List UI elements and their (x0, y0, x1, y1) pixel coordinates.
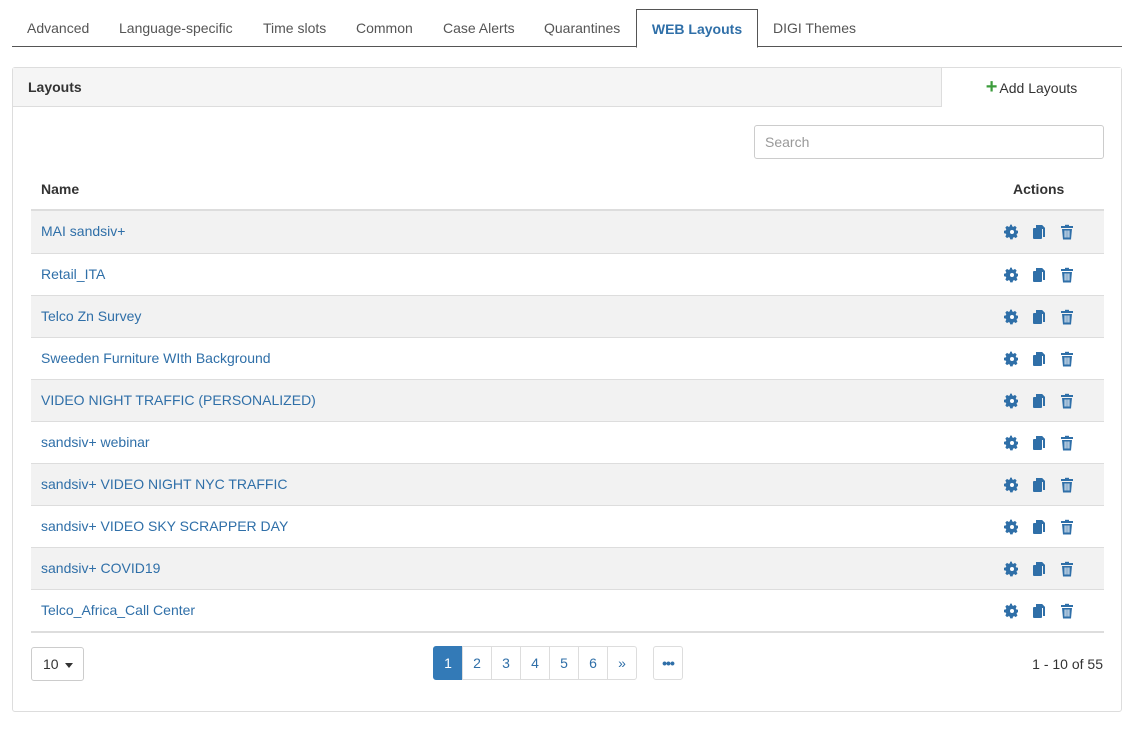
gear-icon[interactable] (1003, 435, 1019, 451)
gear-icon[interactable] (1003, 267, 1019, 283)
copy-icon[interactable] (1031, 561, 1047, 577)
layout-name-link[interactable]: Retail_ITA (41, 266, 105, 282)
layout-name-link[interactable]: sandsiv+ webinar (41, 434, 150, 450)
trash-icon[interactable] (1059, 267, 1075, 283)
gear-icon[interactable] (1003, 477, 1019, 493)
page-size-value: 10 (43, 656, 59, 672)
table-row: Telco Zn Survey (31, 295, 1104, 337)
page-6-button[interactable]: 6 (578, 646, 608, 680)
copy-icon[interactable] (1031, 393, 1047, 409)
tab-case-alerts[interactable]: Case Alerts (443, 9, 515, 47)
caret-down-icon (65, 663, 73, 668)
plus-icon: + (985, 75, 998, 98)
table-row: Telco_Africa_Call Center (31, 589, 1104, 631)
gear-icon[interactable] (1003, 519, 1019, 535)
trash-icon[interactable] (1059, 603, 1075, 619)
table-row: sandsiv+ webinar (31, 421, 1104, 463)
tab-common[interactable]: Common (356, 9, 413, 47)
copy-icon[interactable] (1031, 224, 1047, 240)
gear-icon[interactable] (1003, 309, 1019, 325)
copy-icon[interactable] (1031, 603, 1047, 619)
page-3-button[interactable]: 3 (491, 646, 521, 680)
trash-icon[interactable] (1059, 393, 1075, 409)
layout-name-link[interactable]: Telco Zn Survey (41, 308, 141, 324)
trash-icon[interactable] (1059, 351, 1075, 367)
gear-icon[interactable] (1003, 393, 1019, 409)
page-size-select[interactable]: 10 (31, 647, 84, 681)
add-layouts-button[interactable]: + Add Layouts (941, 68, 1121, 107)
trash-icon[interactable] (1059, 224, 1075, 240)
next-page-button[interactable]: » (607, 646, 637, 680)
layout-name-link[interactable]: sandsiv+ VIDEO NIGHT NYC TRAFFIC (41, 476, 287, 492)
table-row: sandsiv+ VIDEO SKY SCRAPPER DAY (31, 505, 1104, 547)
column-header-name: Name (41, 181, 80, 197)
trash-icon[interactable] (1059, 435, 1075, 451)
page-2-button[interactable]: 2 (462, 646, 492, 680)
trash-icon[interactable] (1059, 477, 1075, 493)
page-1-button[interactable]: 1 (433, 646, 463, 680)
copy-icon[interactable] (1031, 309, 1047, 325)
layout-name-link[interactable]: VIDEO NIGHT TRAFFIC (PERSONALIZED) (41, 392, 316, 408)
tab-quarantines[interactable]: Quarantines (544, 9, 620, 47)
panel-title: Layouts (28, 79, 82, 95)
layout-name-link[interactable]: sandsiv+ COVID19 (41, 560, 160, 576)
table-row: MAI sandsiv+ (31, 211, 1104, 253)
more-pages-button[interactable]: ••• (653, 646, 683, 680)
layout-name-link[interactable]: MAI sandsiv+ (41, 223, 125, 239)
table-divider (31, 631, 1104, 633)
layout-name-link[interactable]: Telco_Africa_Call Center (41, 602, 195, 618)
copy-icon[interactable] (1031, 477, 1047, 493)
tab-advanced[interactable]: Advanced (27, 9, 89, 47)
layouts-table-body: MAI sandsiv+ Retail_ITA Telco Zn Survey Swe… (31, 211, 1104, 631)
table-row: sandsiv+ COVID19 (31, 547, 1104, 589)
results-count: 1 - 10 of 55 (1032, 656, 1103, 672)
page-5-button[interactable]: 5 (549, 646, 579, 680)
trash-icon[interactable] (1059, 309, 1075, 325)
page-4-button[interactable]: 4 (520, 646, 550, 680)
search-input[interactable] (754, 125, 1104, 159)
copy-icon[interactable] (1031, 267, 1047, 283)
copy-icon[interactable] (1031, 351, 1047, 367)
settings-tabs: Advanced Language-specific Time slots Co… (12, 9, 1122, 48)
layout-name-link[interactable]: sandsiv+ VIDEO SKY SCRAPPER DAY (41, 518, 288, 534)
table-row: VIDEO NIGHT TRAFFIC (PERSONALIZED) (31, 379, 1104, 421)
trash-icon[interactable] (1059, 519, 1075, 535)
tab-language-specific[interactable]: Language-specific (119, 9, 233, 47)
tab-web-layouts[interactable]: WEB Layouts (636, 9, 758, 48)
table-row: Retail_ITA (31, 253, 1104, 295)
trash-icon[interactable] (1059, 561, 1075, 577)
copy-icon[interactable] (1031, 435, 1047, 451)
panel-header: Layouts + Add Layouts (13, 68, 1121, 107)
gear-icon[interactable] (1003, 351, 1019, 367)
tab-digi-themes[interactable]: DIGI Themes (773, 9, 856, 47)
gear-icon[interactable] (1003, 224, 1019, 240)
gear-icon[interactable] (1003, 561, 1019, 577)
layouts-panel: Layouts + Add Layouts Name Actions MAI s… (12, 67, 1122, 712)
pagination: 1 2 3 4 5 6 » (433, 646, 637, 680)
layout-name-link[interactable]: Sweeden Furniture WIth Background (41, 350, 271, 366)
copy-icon[interactable] (1031, 519, 1047, 535)
gear-icon[interactable] (1003, 603, 1019, 619)
column-header-actions: Actions (1013, 181, 1065, 197)
tab-time-slots[interactable]: Time slots (263, 9, 326, 47)
add-layouts-label: Add Layouts (999, 79, 1078, 96)
table-row: Sweeden Furniture WIth Background (31, 337, 1104, 379)
table-row: sandsiv+ VIDEO NIGHT NYC TRAFFIC (31, 463, 1104, 505)
table-header: Name Actions (31, 167, 1104, 211)
